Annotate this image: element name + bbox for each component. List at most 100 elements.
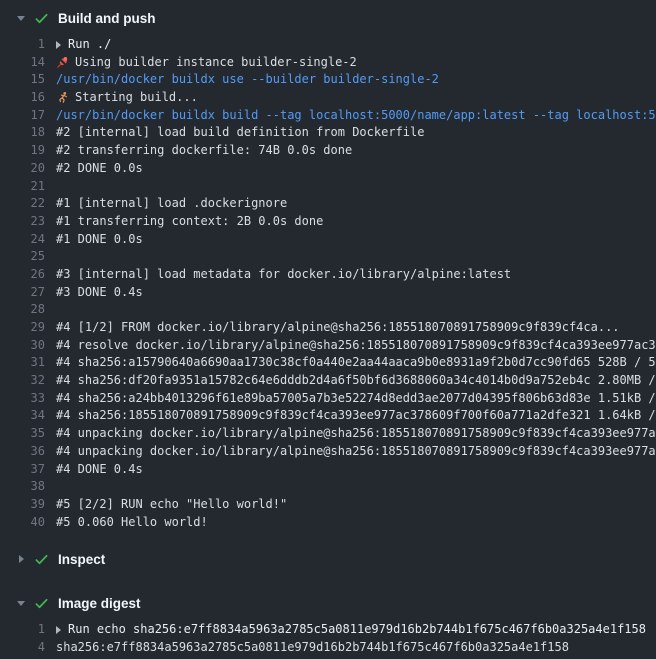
line-number[interactable]: 1: [0, 621, 45, 639]
log-line: 26 #3 [internal] load metadata for docker…: [0, 266, 656, 284]
line-number[interactable]: 15: [0, 71, 45, 89]
line-number[interactable]: 20: [0, 160, 45, 178]
chevron-down-icon[interactable]: [15, 16, 27, 21]
line-content: #5 [2/2] RUN echo "Hello world!": [56, 496, 287, 514]
log-line: 36 #4 unpacking docker.io/library/alpine@…: [0, 443, 656, 461]
line-number[interactable]: 23: [0, 213, 45, 231]
line-content: #1 [internal] load .dockerignore: [56, 195, 287, 213]
line-number[interactable]: 18: [0, 124, 45, 142]
log-group-line[interactable]: 1Run echo sha256:e7ff8834a5963a2785c5a08…: [0, 621, 656, 639]
line-content: /usr/bin/docker buildx build --tag local…: [56, 107, 656, 125]
pushpin-icon: [56, 56, 69, 69]
log-text: #1 DONE 0.0s: [56, 231, 143, 249]
log-text: #4 [1/2] FROM docker.io/library/alpine@s…: [56, 319, 620, 337]
log-text: sha256:e7ff8834a5963a2785c5a0811e979d16b…: [56, 639, 569, 657]
line-number[interactable]: 34: [0, 407, 45, 425]
line-number[interactable]: 1: [0, 36, 45, 54]
line-number[interactable]: 35: [0, 425, 45, 443]
line-number[interactable]: 22: [0, 195, 45, 213]
section-header[interactable]: Build and push: [0, 0, 656, 36]
log-text: #4 sha256:a15790640a6690aa1730c38cf0a440…: [56, 354, 656, 372]
log-line: 28: [0, 301, 656, 319]
log-text: Using builder instance builder-single-2: [75, 54, 357, 72]
line-content: #4 sha256:df20fa9351a15782c64e6dddb2d4a6…: [56, 372, 656, 390]
line-number[interactable]: 4: [0, 639, 45, 657]
log-text: #4 unpacking docker.io/library/alpine@sh…: [56, 443, 656, 461]
log-line: 18 #2 [internal] load build definition fr…: [0, 124, 656, 142]
line-number[interactable]: 26: [0, 266, 45, 284]
line-number[interactable]: 28: [0, 301, 45, 319]
log-line: 16 Starting build...: [0, 89, 656, 107]
line-number[interactable]: 36: [0, 443, 45, 461]
line-number[interactable]: 24: [0, 231, 45, 249]
line-number[interactable]: 19: [0, 142, 45, 160]
line-number[interactable]: 17: [0, 107, 45, 125]
line-content: #3 DONE 0.4s: [56, 284, 143, 302]
log-line: 23 #1 transferring context: 2B 0.0s done: [0, 213, 656, 231]
log-text: #3 [internal] load metadata for docker.i…: [56, 266, 511, 284]
log-line: 34 #4 sha256:185518070891758909c9f839cf4c…: [0, 407, 656, 425]
log-line: 32 #4 sha256:df20fa9351a15782c64e6dddb2d4…: [0, 372, 656, 390]
line-number[interactable]: 16: [0, 89, 45, 107]
runner-icon: [56, 91, 69, 104]
log-line: 30#4 resolve docker.io/library/alpine@sh…: [0, 337, 656, 355]
log-line: 31 #4 sha256:a15790640a6690aa1730c38cf0a4…: [0, 354, 656, 372]
section-body: 1Run echo sha256:e7ff8834a5963a2785c5a08…: [0, 621, 656, 658]
line-number[interactable]: 33: [0, 390, 45, 408]
log-line: 15/usr/bin/docker buildx use --builder b…: [0, 71, 656, 89]
line-number[interactable]: 30: [0, 337, 45, 355]
chevron-right-icon[interactable]: [56, 41, 61, 49]
log-text: #4 sha256:185518070891758909c9f839cf4ca3…: [56, 407, 656, 425]
line-number[interactable]: 32: [0, 372, 45, 390]
log-text: #2 DONE 0.0s: [56, 160, 143, 178]
log-line: 39 #5 [2/2] RUN echo "Hello world!": [0, 496, 656, 514]
chevron-right-icon[interactable]: [15, 555, 27, 563]
line-content: #4 sha256:185518070891758909c9f839cf4ca3…: [56, 407, 656, 425]
check-icon: [34, 596, 49, 611]
log-text: #1 [internal] load .dockerignore: [56, 195, 287, 213]
section-title: Image digest: [58, 596, 141, 611]
log-line: 22 #1 [internal] load .dockerignore: [0, 195, 656, 213]
log-line: 29 #4 [1/2] FROM docker.io/library/alpine…: [0, 319, 656, 337]
line-content: #4 sha256:a15790640a6690aa1730c38cf0a440…: [56, 354, 656, 372]
line-content: Starting build...: [56, 89, 198, 107]
log-line: 4 sha256:e7ff8834a5963a2785c5a0811e979d16…: [0, 639, 656, 657]
line-number[interactable]: 38: [0, 478, 45, 496]
log-text: Starting build...: [75, 89, 198, 107]
line-content: #2 [internal] load build definition from…: [56, 124, 424, 142]
line-content: Using builder instance builder-single-2: [56, 54, 357, 72]
log-text: /usr/bin/docker buildx use --builder bui…: [56, 71, 439, 89]
line-number[interactable]: 31: [0, 354, 45, 372]
log-line: 35#4 unpacking docker.io/library/alpine@…: [0, 425, 656, 443]
line-number[interactable]: 14: [0, 54, 45, 72]
log-line: 20 #2 DONE 0.0s: [0, 160, 656, 178]
line-content: /usr/bin/docker buildx use --builder bui…: [56, 71, 439, 89]
log-line: 24 #1 DONE 0.0s: [0, 231, 656, 249]
log-line: 14 Using builder instance builder-single-…: [0, 54, 656, 72]
line-number[interactable]: 37: [0, 461, 45, 479]
line-content: #4 unpacking docker.io/library/alpine@sh…: [56, 443, 656, 461]
log-line: 40#5 0.060 Hello world!: [0, 514, 656, 532]
line-number[interactable]: 27: [0, 284, 45, 302]
line-number[interactable]: 29: [0, 319, 45, 337]
section-header[interactable]: Inspect: [0, 541, 656, 577]
line-content: Run ./: [56, 36, 111, 54]
line-number[interactable]: 40: [0, 514, 45, 532]
section-header[interactable]: Image digest: [0, 585, 656, 621]
log-text: #5 [2/2] RUN echo "Hello world!": [56, 496, 287, 514]
log-text: #4 sha256:df20fa9351a15782c64e6dddb2d4a6…: [56, 372, 656, 390]
log-section-image-digest: Image digest 1Run echo sha256:e7ff8834a59…: [0, 585, 656, 658]
chevron-right-icon[interactable]: [56, 626, 61, 634]
log-text: /usr/bin/docker buildx build --tag local…: [56, 107, 656, 125]
line-content: #4 [1/2] FROM docker.io/library/alpine@s…: [56, 319, 620, 337]
line-number[interactable]: 21: [0, 178, 45, 196]
log-text: #1 transferring context: 2B 0.0s done: [56, 213, 323, 231]
line-number[interactable]: 25: [0, 248, 45, 266]
check-icon: [34, 11, 49, 26]
log-group-line[interactable]: 1 Run ./: [0, 36, 656, 54]
chevron-down-icon[interactable]: [15, 601, 27, 606]
line-number[interactable]: 39: [0, 496, 45, 514]
log-text: #3 DONE 0.4s: [56, 284, 143, 302]
log-section-build-and-push: Build and push1 Run ./ 14 Using builder ins…: [0, 0, 656, 533]
log-text: #4 sha256:a24bb4013296f61e89ba57005a7b3e…: [56, 390, 656, 408]
